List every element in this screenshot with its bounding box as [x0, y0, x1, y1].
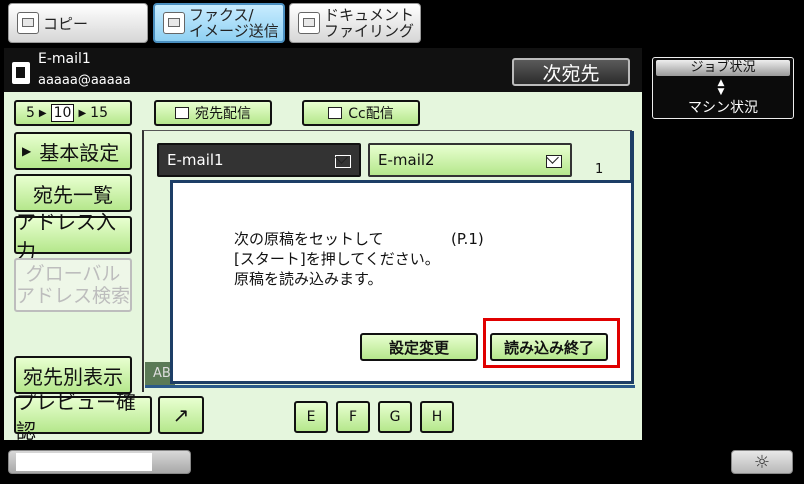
global-search-line1: グローバル: [25, 263, 121, 285]
tab-fax-image-send[interactable]: ファクス/ イメージ送信: [153, 3, 285, 43]
header-address: aaaaa@aaaaa: [38, 73, 131, 88]
cc-delivery-button[interactable]: Cc配信: [302, 100, 420, 126]
machine-status-label[interactable]: マシン状況: [652, 97, 794, 117]
index-tab-divider: [145, 385, 635, 388]
header-name: E-mail1: [38, 51, 91, 67]
tab-fax-label: ファクス/ イメージ送信: [189, 7, 279, 39]
tab-filing-label-line2: ファイリング: [324, 22, 415, 40]
view-count-15[interactable]: 15: [90, 105, 108, 121]
tab-copy-label: コピー: [43, 14, 89, 33]
triangle-right-icon: ▶: [38, 107, 47, 119]
address-entry-label: E-mail1: [167, 151, 224, 169]
global-search-line2: アドレス検索: [16, 285, 131, 307]
basic-settings-label: 基本設定: [39, 140, 120, 165]
address-entry-label: E-mail2: [378, 151, 435, 169]
dialog-line2: [スタート]を押してください。: [234, 250, 440, 268]
preview-confirm-button[interactable]: プレビュー確認: [14, 390, 152, 443]
scrollbar[interactable]: [630, 131, 634, 181]
to-delivery-button[interactable]: 宛先配信: [154, 100, 272, 126]
tab-copy[interactable]: コピー: [8, 3, 148, 43]
index-tab-e[interactable]: E: [294, 401, 328, 433]
address-entry[interactable]: E-mail1: [157, 143, 361, 177]
view-count-10[interactable]: 10: [50, 104, 75, 122]
tab-document-filing[interactable]: ドキュメント ファイリング: [289, 3, 421, 43]
tab-filing-label: ドキュメント ファイリング: [324, 7, 414, 39]
address-entry[interactable]: E-mail2: [368, 143, 572, 177]
mail-icon: [328, 107, 343, 119]
address-transfer-button[interactable]: ↗: [158, 396, 204, 434]
sun-icon: ☼: [753, 451, 771, 473]
triangle-right-icon: ▶: [78, 107, 87, 119]
tab-fax-label-line2: イメージ送信: [189, 22, 279, 40]
dialog-line1: 次の原稿をセットして: [234, 230, 384, 248]
job-status-label[interactable]: ジョブ状況: [656, 60, 790, 76]
view-count-5[interactable]: 5: [26, 105, 35, 121]
address-input-button[interactable]: アドレス入力: [14, 210, 132, 263]
progress-bar-fill: [16, 453, 152, 471]
global-address-search-button: グローバル アドレス検索: [14, 258, 132, 312]
mail-icon: [335, 155, 351, 168]
dialog-page-label: (P.1): [451, 230, 484, 248]
triangle-right-icon: ▶: [22, 144, 32, 158]
highlight-box: [483, 318, 620, 368]
mail-icon: [175, 107, 189, 119]
to-delivery-label: 宛先配信: [195, 106, 251, 122]
index-tab-h[interactable]: H: [420, 401, 454, 433]
basic-settings-button[interactable]: ▶ 基本設定: [14, 132, 132, 170]
page-number: 1: [595, 162, 604, 177]
index-tab-g[interactable]: G: [378, 401, 412, 433]
up-down-triangle-icon: ▲ ▼: [717, 78, 725, 97]
brightness-button[interactable]: ☼: [731, 450, 793, 474]
cc-delivery-label: Cc配信: [348, 106, 394, 122]
copy-icon: [17, 12, 39, 34]
document-filing-icon: [298, 12, 320, 34]
change-settings-button[interactable]: 設定変更: [360, 333, 478, 361]
edit-arrow-icon: ↗: [172, 403, 190, 427]
fax-scan-icon: [163, 12, 185, 34]
index-tab-f[interactable]: F: [336, 401, 370, 433]
view-count-selector[interactable]: 5 ▶ 10 ▶ 15: [14, 100, 132, 126]
dialog-line3: 原稿を読み込みます。: [234, 270, 383, 288]
address-book-icon: [12, 62, 30, 84]
mail-icon: [546, 155, 562, 168]
next-address-button[interactable]: 次宛先: [512, 58, 630, 86]
